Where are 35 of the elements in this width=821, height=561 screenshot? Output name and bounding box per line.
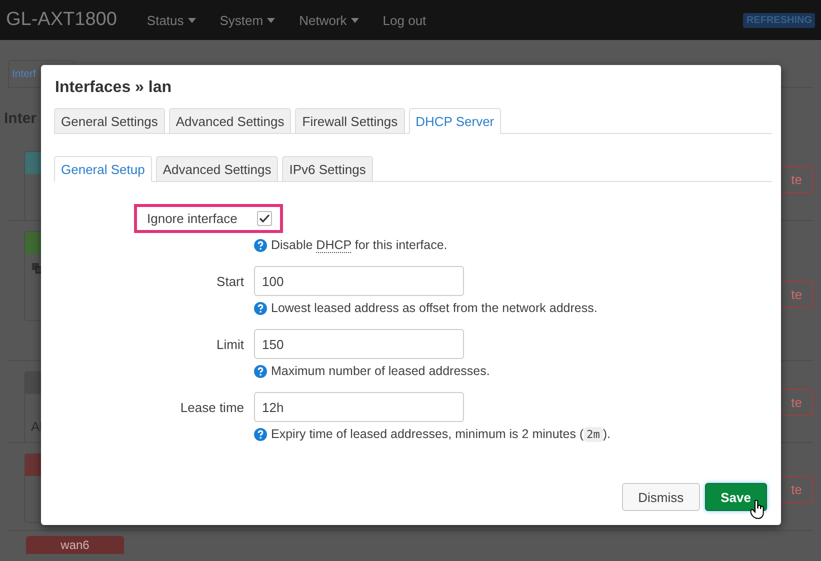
brand-logo[interactable]: GL-AXT1800 bbox=[6, 9, 117, 31]
hand-cursor-icon bbox=[750, 500, 766, 520]
field-label: Start bbox=[216, 274, 244, 288]
menu-item[interactable]: Status bbox=[146, 12, 196, 28]
menu-item[interactable]: Log out bbox=[382, 12, 426, 28]
caret-icon bbox=[350, 18, 359, 22]
dismiss-button[interactable]: Dismiss bbox=[622, 483, 700, 511]
help-icon bbox=[254, 302, 267, 314]
help-icon bbox=[254, 364, 267, 378]
help-text: Disable DHCP for this interface. bbox=[254, 238, 448, 252]
menu-item[interactable]: System bbox=[220, 12, 276, 28]
input-field[interactable]: 100 bbox=[254, 266, 464, 296]
help-icon bbox=[254, 238, 267, 252]
field-label: Ignore interface bbox=[147, 211, 238, 226]
field-label: Lease time bbox=[179, 400, 244, 414]
tab[interactable]: IPv6 Settings bbox=[282, 156, 373, 182]
help-icon bbox=[254, 428, 267, 440]
help-text: Maximum number of leased addresses. bbox=[254, 364, 490, 378]
caret-icon bbox=[188, 18, 196, 22]
checkbox[interactable] bbox=[257, 211, 272, 226]
tab[interactable]: DHCP Server bbox=[408, 108, 502, 134]
tab[interactable]: Advanced Settings bbox=[168, 108, 292, 134]
help-text: Lowest leased address as offset from the network address. bbox=[254, 301, 598, 315]
tab[interactable]: General Setup bbox=[54, 156, 152, 182]
interface-badge: wan6 bbox=[26, 536, 124, 554]
tab[interactable]: Advanced Settings bbox=[156, 156, 278, 182]
input-field[interactable]: 150 bbox=[254, 329, 464, 359]
tab[interactable]: General Settings bbox=[54, 108, 165, 134]
tab[interactable]: Firewall Settings bbox=[295, 108, 405, 134]
dialog-title: Interfaces » lan bbox=[55, 79, 172, 97]
help-text: Expiry time of leased addresses, minimum is 2 minutes ( 2m ). bbox=[254, 427, 611, 441]
input-field[interactable]: 12h bbox=[254, 392, 464, 422]
menu-item[interactable]: Network bbox=[299, 12, 359, 28]
field-label: Limit bbox=[216, 336, 244, 352]
caret-icon bbox=[267, 18, 276, 22]
